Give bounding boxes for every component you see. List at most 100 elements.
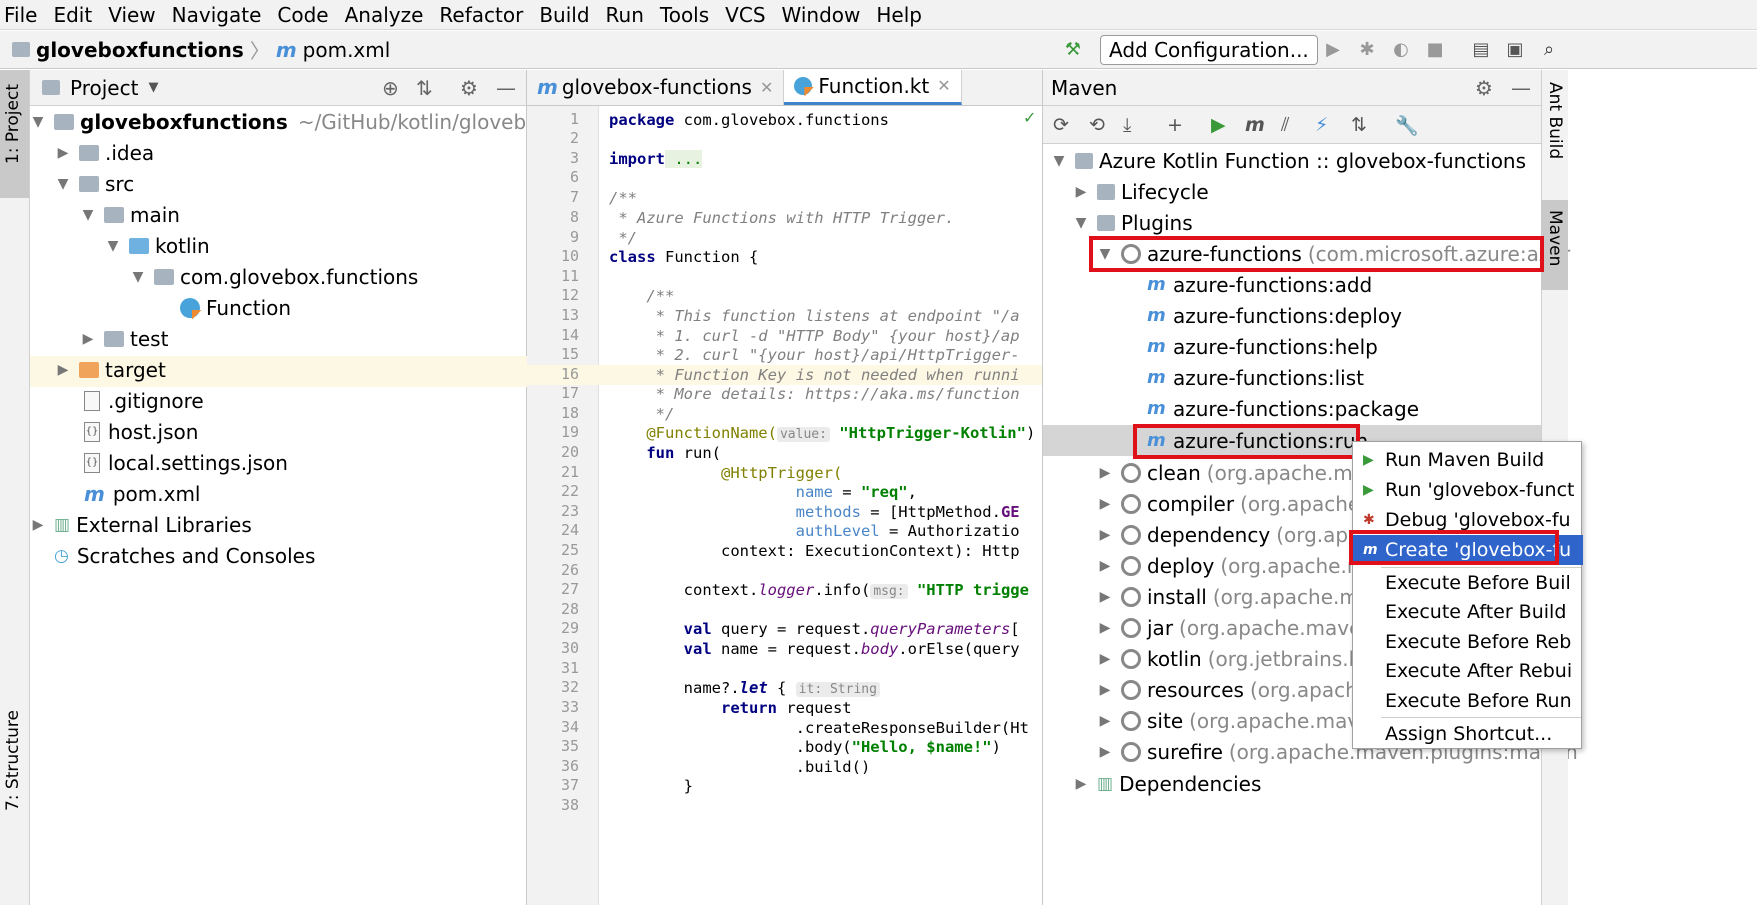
menu-edit[interactable]: Edit	[53, 3, 92, 27]
close-icon[interactable]: ✕	[760, 78, 773, 97]
maven-lifecycle[interactable]: ▶ Lifecycle	[1073, 176, 1209, 207]
maven-plugin-deploy[interactable]: ▶ deploy (org.apache.ma	[1097, 550, 1379, 581]
maven-goal-deploy[interactable]: m azure-functions:deploy	[1147, 300, 1402, 331]
maven-plugin-site[interactable]: ▶ site (org.apache.mave	[1097, 705, 1372, 736]
run-icon[interactable]: ▶	[1322, 39, 1344, 61]
tree-item-target[interactable]: ▶ target	[55, 354, 166, 385]
run-icon[interactable]: ▶	[1211, 114, 1226, 136]
coverage-icon[interactable]: ◐	[1390, 39, 1412, 61]
debug-icon[interactable]: ✱	[1356, 39, 1378, 61]
maven-dependencies[interactable]: ▶ ▥ Dependencies	[1073, 768, 1262, 799]
menu-file[interactable]: File	[4, 3, 37, 27]
menu-view[interactable]: View	[108, 3, 155, 27]
wrench-icon[interactable]: 🔧	[1395, 114, 1419, 137]
menu-item-execute-before-run[interactable]: Execute Before Run	[1353, 686, 1583, 716]
menu-item-assign-shortcut[interactable]: Assign Shortcut...	[1353, 719, 1583, 749]
maven-goal-help[interactable]: m azure-functions:help	[1147, 331, 1378, 362]
download-icon[interactable]: ⤓	[1123, 114, 1131, 136]
execute-goal-icon[interactable]: m	[1245, 114, 1265, 136]
maven-plugin-jar[interactable]: ▶ jar (org.apache.maven	[1097, 612, 1375, 643]
collapse-all-icon[interactable]: ⇅	[416, 76, 433, 100]
expand-arrow-icon[interactable]: ▶	[1097, 682, 1113, 698]
add-configuration-button[interactable]: Add Configuration...	[1100, 35, 1318, 65]
tree-item-function[interactable]: Function	[180, 292, 291, 323]
ant-build-tool-tab[interactable]: Ant Build	[1545, 82, 1565, 159]
expand-arrow-icon[interactable]: ▶	[80, 331, 96, 347]
maven-plugin-dependency[interactable]: ▶ dependency (org.apac	[1097, 519, 1372, 550]
gear-icon[interactable]: ⚙	[460, 76, 478, 100]
tree-item-host-json[interactable]: {} host.json	[84, 416, 198, 447]
menu-run[interactable]: Run	[606, 3, 644, 27]
menu-vcs[interactable]: VCS	[725, 3, 765, 27]
add-icon[interactable]: +	[1167, 114, 1183, 136]
menu-item-execute-after-build[interactable]: Execute After Build	[1353, 597, 1583, 627]
project-structure-icon[interactable]: ▤	[1470, 39, 1492, 61]
menu-window[interactable]: Window	[782, 3, 861, 27]
tree-item-test[interactable]: ▶ test	[80, 323, 169, 354]
generate-sources-icon[interactable]: ⟲	[1089, 114, 1105, 136]
expand-arrow-icon[interactable]: ▶	[55, 145, 71, 161]
maven-plugin-install[interactable]: ▶ install (org.apache.ma	[1097, 581, 1372, 612]
tree-item-idea[interactable]: ▶ .idea	[55, 137, 155, 168]
expand-arrow-icon[interactable]: ▼	[1073, 215, 1089, 231]
maven-goal-add[interactable]: m azure-functions:add	[1147, 269, 1372, 300]
skip-tests-icon[interactable]: ⚡	[1315, 114, 1328, 136]
maven-plugin-kotlin[interactable]: ▶ kotlin (org.jetbrains.ko	[1097, 643, 1372, 674]
expand-arrow-icon[interactable]: ▶	[1073, 776, 1089, 792]
expand-arrow-icon[interactable]: ▼	[1051, 153, 1067, 169]
menu-build[interactable]: Build	[539, 3, 589, 27]
menu-help[interactable]: Help	[876, 3, 922, 27]
project-tool-tab[interactable]: 1: Project	[3, 84, 23, 164]
expand-arrow-icon[interactable]: ▶	[1097, 465, 1113, 481]
stop-icon[interactable]: ■	[1424, 39, 1446, 61]
locate-icon[interactable]: ⊕	[382, 76, 399, 100]
maven-plugins[interactable]: ▼ Plugins	[1073, 207, 1193, 238]
maven-tool-tab[interactable]: Maven	[1545, 210, 1565, 266]
sdk-icon[interactable]: ▣	[1504, 39, 1526, 61]
expand-arrow-icon[interactable]: ▶	[1097, 744, 1113, 760]
menu-navigate[interactable]: Navigate	[172, 3, 262, 27]
menu-analyze[interactable]: Analyze	[345, 3, 424, 27]
maven-plugin-compiler[interactable]: ▶ compiler (org.apache.	[1097, 488, 1367, 519]
chevron-down-icon[interactable]: ▼	[148, 80, 158, 95]
structure-tool-tab[interactable]: 7: Structure	[3, 710, 23, 811]
gear-icon[interactable]: ⚙	[1475, 76, 1493, 100]
project-panel-title[interactable]: Project	[70, 76, 138, 100]
expand-arrow-icon[interactable]: ▶	[1097, 713, 1113, 729]
expand-arrow-icon[interactable]: ▶	[1097, 558, 1113, 574]
toggle-offline-icon[interactable]: ⫽	[1281, 114, 1289, 136]
tree-item-package[interactable]: ▼ com.glovebox.functions	[130, 261, 419, 292]
build-hammer-icon[interactable]: ⚒	[1062, 39, 1084, 61]
expand-arrow-icon[interactable]: ▶	[1097, 589, 1113, 605]
tree-item-pom[interactable]: m pom.xml	[84, 478, 201, 509]
expand-arrow-icon[interactable]: ▶	[55, 362, 71, 378]
tab-pom[interactable]: m glovebox-functions ✕	[527, 70, 785, 105]
maven-plugin-resources[interactable]: ▶ resources (org.apache	[1097, 674, 1370, 705]
maven-project-root[interactable]: ▼ Azure Kotlin Function :: glovebox-func…	[1051, 145, 1526, 176]
tree-item-kotlin[interactable]: ▼ kotlin	[105, 230, 210, 261]
expand-arrow-icon[interactable]: ▼	[80, 207, 96, 223]
menu-item-execute-after-rebuild[interactable]: Execute After Rebui	[1353, 656, 1583, 686]
expand-arrow-icon[interactable]: ▶	[1097, 651, 1113, 667]
menu-item-run-maven-build[interactable]: ▶ Run Maven Build	[1353, 445, 1583, 475]
tree-item-src[interactable]: ▼ src	[55, 168, 135, 199]
reimport-icon[interactable]: ⟳	[1053, 114, 1069, 136]
maven-goal-list[interactable]: m azure-functions:list	[1147, 362, 1364, 393]
tab-function-kt[interactable]: Function.kt ✕	[784, 70, 962, 105]
tree-item-gitignore[interactable]: .gitignore	[84, 385, 204, 416]
tree-item-scratches[interactable]: ◷ Scratches and Consoles	[54, 540, 315, 571]
expand-arrow-icon[interactable]: ▶	[30, 517, 46, 533]
menu-refactor[interactable]: Refactor	[439, 3, 523, 27]
menu-code[interactable]: Code	[277, 3, 328, 27]
menu-item-execute-before-rebuild[interactable]: Execute Before Reb	[1353, 627, 1583, 657]
tree-item-external-libraries[interactable]: ▶ ▥ External Libraries	[30, 509, 252, 540]
expand-arrow-icon[interactable]: ▼	[55, 176, 71, 192]
maven-goal-package[interactable]: m azure-functions:package	[1147, 393, 1419, 424]
expand-arrow-icon[interactable]: ▶	[1097, 527, 1113, 543]
minimize-icon[interactable]: —	[496, 76, 516, 100]
close-icon[interactable]: ✕	[937, 76, 950, 95]
tree-item-local-settings[interactable]: {} local.settings.json	[84, 447, 288, 478]
expand-arrow-icon[interactable]: ▶	[1073, 184, 1089, 200]
maven-plugin-clean[interactable]: ▶ clean (org.apache.mav	[1097, 457, 1377, 488]
breadcrumb-project[interactable]: gloveboxfunctions	[36, 38, 244, 62]
